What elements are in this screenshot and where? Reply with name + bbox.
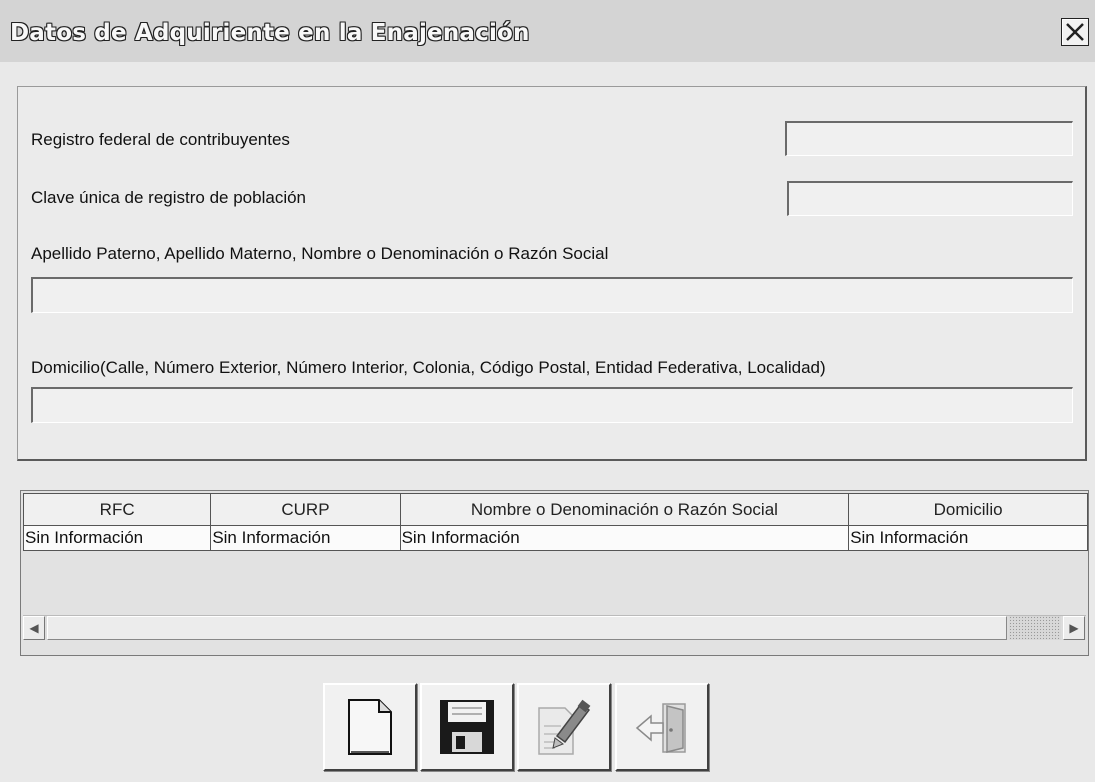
- rfc-label: Registro federal de contribuyentes: [31, 130, 290, 149]
- close-icon: [1066, 23, 1084, 41]
- scroll-thumb[interactable]: [47, 616, 1007, 640]
- scroll-left-button[interactable]: ◀: [23, 616, 45, 640]
- chevron-right-icon: ▶: [1069, 621, 1079, 635]
- scroll-track[interactable]: [1009, 616, 1061, 640]
- exit-door-icon: [635, 703, 686, 753]
- rfc-input[interactable]: [785, 121, 1073, 156]
- window-title: Datos de Adquiriente en la Enajenación: [10, 20, 530, 46]
- table-header-row: RFC CURP Nombre o Denominación o Razón S…: [22, 493, 1088, 526]
- form-panel: Registro federal de contribuyentes Clave…: [17, 86, 1087, 461]
- data-grid: RFC CURP Nombre o Denominación o Razón S…: [20, 490, 1089, 656]
- results-table: RFC CURP Nombre o Denominación o Razón S…: [22, 493, 1088, 551]
- title-bar: Datos de Adquiriente en la Enajenación: [0, 0, 1095, 62]
- curp-input[interactable]: [787, 181, 1073, 216]
- address-label: Domicilio(Calle, Número Exterior, Número…: [31, 358, 826, 377]
- column-header-rfc[interactable]: RFC: [22, 493, 212, 526]
- table-cell-curp[interactable]: Sin Información: [210, 525, 401, 551]
- column-header-name[interactable]: Nombre o Denominación o Razón Social: [399, 493, 850, 526]
- table-row[interactable]: Sin Información Sin Información Sin Info…: [22, 525, 1088, 551]
- save-button[interactable]: [420, 683, 514, 771]
- scroll-right-button[interactable]: ▶: [1063, 616, 1085, 640]
- curp-label: Clave única de registro de población: [31, 188, 307, 207]
- new-document-icon: [348, 699, 392, 755]
- address-input[interactable]: [31, 387, 1073, 423]
- edit-button[interactable]: [517, 683, 611, 771]
- name-label: Apellido Paterno, Apellido Materno, Nomb…: [31, 244, 609, 263]
- edit-document-icon: [538, 699, 591, 755]
- table-cell-address[interactable]: Sin Información: [848, 525, 1088, 551]
- name-input[interactable]: [31, 277, 1073, 313]
- new-button[interactable]: [323, 683, 417, 771]
- exit-button[interactable]: [615, 683, 709, 771]
- column-header-curp[interactable]: CURP: [210, 493, 401, 526]
- close-button[interactable]: [1061, 18, 1089, 46]
- save-floppy-icon: [440, 700, 494, 754]
- table-cell-name[interactable]: Sin Información: [399, 525, 850, 551]
- column-header-address[interactable]: Domicilio: [848, 493, 1088, 526]
- table-cell-rfc[interactable]: Sin Información: [22, 525, 212, 551]
- chevron-left-icon: ◀: [29, 621, 39, 635]
- horizontal-scrollbar[interactable]: ◀ ▶: [23, 615, 1086, 640]
